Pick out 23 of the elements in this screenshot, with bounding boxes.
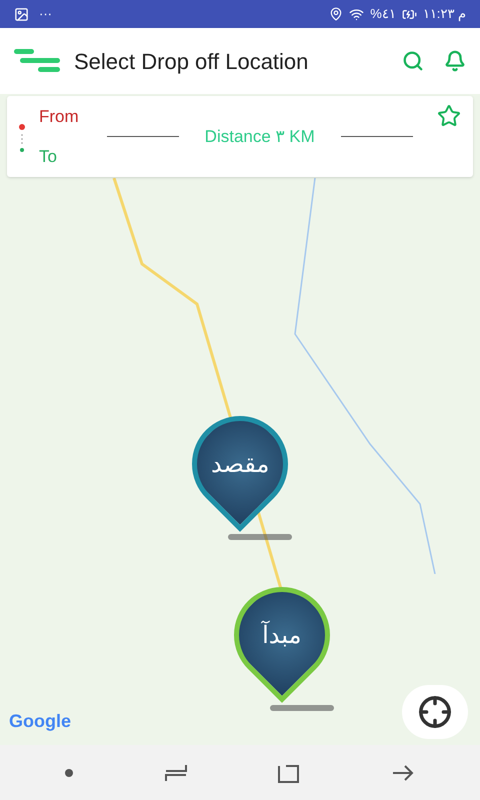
marker-label: مبدآ (262, 620, 302, 651)
distance-text: Distance ۳ KM (204, 126, 315, 148)
crosshair-icon (418, 695, 452, 729)
marker-label: مقصد (210, 449, 270, 480)
from-label[interactable]: From (39, 104, 79, 130)
marker-shadow (270, 705, 334, 711)
overflow-text: ··· (39, 5, 52, 24)
notification-icon[interactable] (444, 50, 466, 72)
search-icon[interactable] (402, 50, 424, 72)
clock-text: ۱۱:۲۳ م (422, 5, 466, 24)
map-attribution: Google (9, 710, 71, 733)
home-icon[interactable] (278, 762, 300, 782)
wifi-icon (349, 6, 364, 22)
route-dots-icon (19, 124, 25, 154)
back-arrow-icon[interactable] (390, 762, 415, 782)
battery-text: %٤١ (370, 5, 396, 24)
image-icon (14, 6, 29, 22)
marker-shadow (228, 534, 292, 540)
favorite-star-icon[interactable] (437, 104, 461, 128)
recent-apps-icon[interactable] (164, 762, 188, 782)
dot-icon[interactable] (65, 768, 74, 776)
screen-title: Select Drop off Location (74, 48, 310, 76)
location-icon (329, 7, 344, 21)
